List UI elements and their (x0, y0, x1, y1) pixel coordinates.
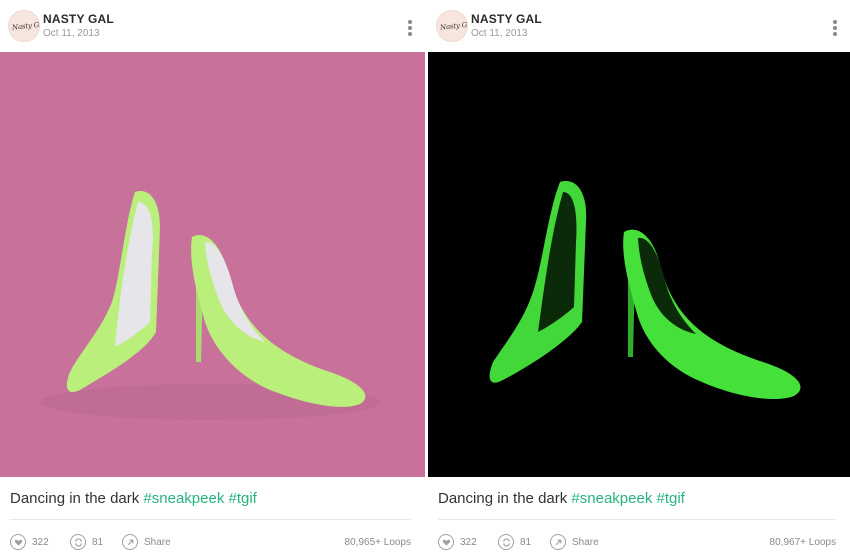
post-actions: 322 81 Share 80,967+ Loops (438, 533, 836, 551)
more-options-icon[interactable] (832, 20, 838, 38)
revine-count: 81 (92, 536, 104, 548)
revine-button[interactable]: 81 (70, 533, 103, 551)
post-date: Oct 11, 2013 (471, 28, 528, 39)
avatar[interactable]: Nasty Gal (436, 10, 468, 42)
revine-icon (498, 534, 514, 550)
like-count: 322 (460, 536, 477, 548)
share-icon (122, 534, 138, 550)
post-caption: Dancing in the dark #sneakpeek #tgif (10, 490, 257, 507)
share-button[interactable]: Share (122, 533, 171, 551)
post-caption: Dancing in the dark #sneakpeek #tgif (438, 490, 685, 507)
divider (10, 519, 411, 520)
heart-icon (438, 534, 454, 550)
shoes-image (428, 52, 850, 477)
caption-text: Dancing in the dark (438, 490, 568, 507)
like-button[interactable]: 322 (438, 533, 477, 551)
hashtag-link[interactable]: #tgif (657, 490, 685, 507)
share-icon (550, 534, 566, 550)
loop-count: 80,965+ Loops (344, 537, 411, 548)
revine-icon (70, 534, 86, 550)
share-label: Share (144, 536, 171, 548)
heart-icon (10, 534, 26, 550)
username[interactable]: NASTY GAL (43, 12, 114, 26)
share-button[interactable]: Share (550, 533, 599, 551)
divider (438, 519, 836, 520)
hashtag-link[interactable]: #tgif (229, 490, 257, 507)
avatar-logo-text: Nasty Gal (439, 20, 468, 32)
hashtag-link[interactable]: #sneakpeek (143, 490, 224, 507)
post-header: Nasty Gal NASTY GAL Oct 11, 2013 (0, 0, 425, 52)
revine-count: 81 (520, 536, 532, 548)
video-thumbnail[interactable] (0, 52, 425, 477)
video-thumbnail[interactable] (428, 52, 850, 477)
share-label: Share (572, 536, 599, 548)
post-header: Nasty Gal NASTY GAL Oct 11, 2013 (428, 0, 850, 52)
hashtag-link[interactable]: #sneakpeek (571, 490, 652, 507)
shoes-image (0, 52, 425, 477)
post-actions: 322 81 Share 80,965+ Loops (10, 533, 411, 551)
revine-button[interactable]: 81 (498, 533, 531, 551)
loop-count: 80,967+ Loops (769, 537, 836, 548)
like-button[interactable]: 322 (10, 533, 49, 551)
like-count: 322 (32, 536, 49, 548)
username[interactable]: NASTY GAL (471, 12, 542, 26)
vine-post-left: Nasty Gal NASTY GAL Oct 11, 2013 Dancing… (0, 0, 425, 560)
caption-text: Dancing in the dark (10, 490, 140, 507)
more-options-icon[interactable] (407, 20, 413, 38)
post-date: Oct 11, 2013 (43, 28, 100, 39)
vine-post-right: Nasty Gal NASTY GAL Oct 11, 2013 Dancing… (428, 0, 850, 560)
avatar[interactable]: Nasty Gal (8, 10, 40, 42)
avatar-logo-text: Nasty Gal (11, 20, 40, 32)
